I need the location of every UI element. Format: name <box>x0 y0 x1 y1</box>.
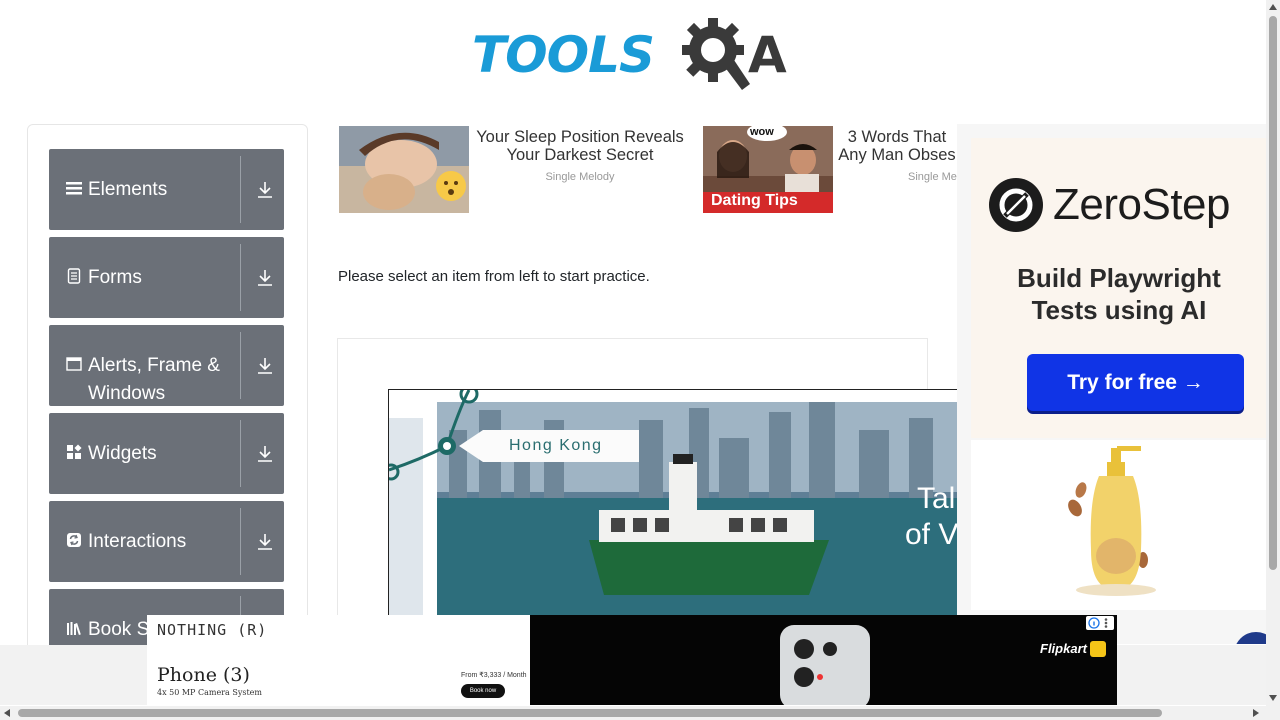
ad-title[interactable]: 3 Words That Any Man Obses <box>837 128 957 164</box>
ad-source: Single Melody <box>545 171 615 183</box>
interactions-icon <box>67 533 81 547</box>
sidebar-group-widgets[interactable]: Widgets <box>49 413 284 494</box>
ad-card-dating[interactable]: wow Dating Tips 3 Words That Any Man Obs… <box>703 126 959 213</box>
books-icon <box>67 622 81 636</box>
zerostep-ad[interactable]: ZeroStep Build Playwright Tests using AI… <box>971 138 1267 438</box>
scroll-right-icon[interactable] <box>1252 709 1260 717</box>
nothing-spec: 4x 50 MP Camera System <box>157 688 262 697</box>
nothing-price: From ₹3,333 / Month <box>461 672 527 679</box>
scroll-down-icon[interactable] <box>1269 694 1277 702</box>
lotion-ad[interactable] <box>971 440 1267 610</box>
zerostep-brand: ZeroStep <box>1053 180 1230 229</box>
download-icon[interactable] <box>257 357 273 375</box>
download-icon[interactable] <box>257 445 273 463</box>
adchoices-icon[interactable] <box>1086 616 1114 630</box>
flipkart-label: Flipkart <box>1040 641 1087 656</box>
zerostep-headline: Build Playwright Tests using AI <box>971 262 1267 326</box>
download-icon[interactable] <box>257 269 273 287</box>
divider <box>240 332 241 399</box>
phone-image <box>780 625 870 705</box>
banner-image <box>389 390 967 629</box>
sidebar-group-label: Elements <box>88 179 168 200</box>
horizontal-scroll-thumb[interactable] <box>18 709 1162 717</box>
ad-bubble: wow <box>750 126 774 138</box>
divider <box>240 508 241 575</box>
divider <box>240 420 241 487</box>
sidebar-group-label: Widgets <box>88 443 157 464</box>
book-now-button[interactable]: Book now <box>461 684 505 698</box>
flipkart-logo-icon <box>1090 641 1106 657</box>
banner-overlay-line2: of V <box>905 518 959 551</box>
hamburger-icon <box>66 182 82 195</box>
download-icon[interactable] <box>257 181 273 199</box>
gear-magnifier-icon <box>682 18 750 90</box>
vertical-scroll-thumb[interactable] <box>1269 16 1277 570</box>
practice-instruction: Please select an item from left to start… <box>338 268 650 285</box>
vertical-scrollbar[interactable] <box>1266 0 1280 706</box>
flipkart-ad[interactable]: Flipkart <box>530 615 1117 705</box>
nothing-brand: NOTHING (R) <box>157 621 268 639</box>
try-for-free-button[interactable]: Try for free → <box>1027 354 1244 411</box>
widgets-icon <box>67 444 82 459</box>
ad-title[interactable]: Your Sleep Position Reveals Your Darkest… <box>469 128 691 164</box>
zerostep-headline-text: Build Playwright Tests using AI <box>1017 263 1221 325</box>
window-icon <box>66 357 82 371</box>
lotion-image <box>1068 446 1156 596</box>
sidebar-group-forms[interactable]: Forms <box>49 237 284 318</box>
scroll-up-icon[interactable] <box>1269 3 1277 11</box>
sidebar-group-label: Interactions <box>88 531 187 552</box>
ad-badge: Dating Tips <box>711 192 798 209</box>
document-icon <box>67 268 81 284</box>
logo-suffix: A <box>748 26 787 84</box>
banner-location: Hong Kong <box>509 437 603 454</box>
divider <box>240 156 241 223</box>
horizontal-scrollbar[interactable] <box>0 706 1280 720</box>
sidebar-group-label: Forms <box>88 267 142 288</box>
ad-source: Single Me <box>908 171 957 183</box>
ad-image-sleep <box>339 126 469 213</box>
zerostep-logo-icon <box>989 178 1043 232</box>
toolsqa-logo[interactable]: TOOLS A <box>472 14 798 92</box>
hong-kong-banner[interactable]: Hong Kong Tal of V <box>388 389 968 629</box>
ad-card-sleep[interactable]: Your Sleep Position Reveals Your Darkest… <box>339 126 699 213</box>
nothing-phone-ad[interactable]: NOTHING (R) Phone (3) 4x 50 MP Camera Sy… <box>147 615 530 705</box>
divider <box>240 244 241 311</box>
scroll-top-button[interactable] <box>1234 632 1267 644</box>
right-ad[interactable]: ZeroStep Build Playwright Tests using AI… <box>957 124 1267 644</box>
logo-text: TOOLS <box>472 26 655 84</box>
page: { "header": {"logo_text": "TOOLS", "logo… <box>0 0 1280 720</box>
sidebar-group-alerts[interactable]: Alerts, Frame & Windows <box>49 325 284 406</box>
download-icon[interactable] <box>257 533 273 551</box>
banner-overlay-line1: Tal <box>917 482 956 515</box>
sidebar-group-interactions[interactable]: Interactions <box>49 501 284 582</box>
sidebar: Elements Forms Alerts, Frame & Windows W… <box>27 124 308 684</box>
nothing-product: Phone (3) <box>157 664 250 686</box>
sidebar-group-elements[interactable]: Elements <box>49 149 284 230</box>
scroll-left-icon[interactable] <box>3 709 11 717</box>
sidebar-group-label: Alerts, Frame & Windows <box>88 355 220 404</box>
